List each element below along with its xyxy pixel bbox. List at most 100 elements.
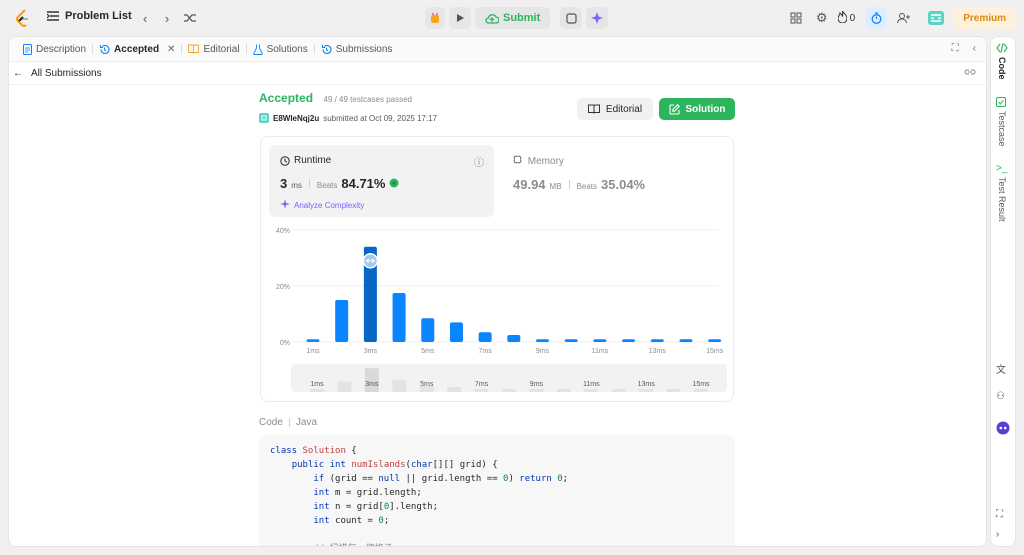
- submitted-at: submitted at Oct 09, 2025 17:17: [323, 113, 438, 123]
- tab-label: Description: [36, 43, 87, 55]
- chart-overview: [291, 364, 727, 392]
- layout-icon[interactable]: [786, 7, 806, 29]
- history-icon: [99, 44, 110, 55]
- all-submissions-link[interactable]: ← All Submissions: [13, 65, 102, 81]
- overview-bar: [392, 379, 407, 392]
- overview-tick-label: 7ms: [475, 381, 489, 388]
- shapes-icon[interactable]: ⚇: [996, 391, 1010, 405]
- chart-bar: [593, 339, 607, 342]
- solution-button[interactable]: Solution: [659, 98, 735, 120]
- analyze-label: Analyze Complexity: [294, 200, 365, 210]
- list-icon: [47, 11, 59, 21]
- divider: [568, 180, 570, 189]
- chart-bar: [335, 300, 349, 342]
- overview-tick-label: 15ms: [692, 381, 710, 388]
- flask-icon: [252, 44, 263, 55]
- checkbox-icon: [996, 97, 1010, 111]
- share-link-icon[interactable]: [964, 67, 976, 80]
- fire-count: 0: [849, 12, 856, 24]
- tab-label: Accepted: [114, 43, 160, 55]
- tab-description[interactable]: Description: [17, 37, 92, 62]
- avatar[interactable]: [925, 7, 947, 29]
- tab-code[interactable]: Code: [997, 57, 1007, 80]
- code-block[interactable]: class Solution { public int numIslands(c…: [259, 435, 735, 546]
- tab-submissions[interactable]: Submissions: [315, 37, 399, 62]
- submission-detail: Accepted 49 / 49 testcases passed E8WIeN…: [259, 89, 735, 546]
- solution-label: Solution: [685, 103, 726, 115]
- info-icon[interactable]: ⓘ: [474, 154, 484, 169]
- memory-beats: 35.04%: [601, 177, 646, 192]
- problem-list-link[interactable]: Problem List: [47, 10, 132, 22]
- editorial-label: Editorial: [605, 103, 643, 115]
- leetcode-logo-icon[interactable]: [14, 9, 32, 27]
- status-accepted: Accepted: [259, 91, 314, 105]
- x-tick-label: 1ms: [306, 348, 320, 355]
- overview-tick-label: 11ms: [583, 381, 600, 388]
- divider: [9, 84, 986, 85]
- tab-solutions[interactable]: Solutions: [247, 37, 314, 62]
- runtime-unit: ms: [291, 181, 302, 190]
- ai-sparkle-icon[interactable]: [586, 7, 609, 29]
- terminal-icon: >_: [996, 163, 1008, 174]
- x-tick-label: 7ms: [479, 348, 493, 355]
- chart-bar: [536, 339, 550, 342]
- performance-card: Runtime ⓘ 3 ms Beats 84.71% Analyze Comp…: [260, 136, 734, 402]
- editorial-button[interactable]: Editorial: [577, 98, 653, 120]
- tab-accepted[interactable]: Accepted ✕: [93, 37, 181, 62]
- add-user-icon[interactable]: [893, 7, 913, 29]
- overview-tick-label: 13ms: [638, 381, 656, 388]
- runtime-box[interactable]: Runtime ⓘ 3 ms Beats 84.71% Analyze Comp…: [269, 145, 494, 217]
- timer-icon[interactable]: [865, 7, 888, 29]
- collapse-icon[interactable]: ‹: [973, 43, 976, 54]
- divider: [288, 418, 290, 427]
- x-tick-label: 9ms: [536, 348, 550, 355]
- overview-tick-label: 3ms: [365, 381, 379, 388]
- run-icon[interactable]: [449, 7, 471, 29]
- maximize-icon[interactable]: ⛶: [952, 43, 959, 54]
- analyze-complexity-link[interactable]: Analyze Complexity: [280, 199, 483, 211]
- chip-icon: [513, 155, 522, 164]
- shuffle-icon[interactable]: [182, 10, 198, 26]
- close-tab-icon[interactable]: ✕: [167, 44, 175, 55]
- chevron-right-icon[interactable]: ›: [996, 529, 1010, 543]
- debug-icon[interactable]: [425, 7, 445, 29]
- submit-button[interactable]: Submit: [475, 7, 551, 29]
- memory-value: 49.94: [513, 177, 546, 192]
- x-tick-label: 5ms: [421, 348, 435, 355]
- tab-testcase[interactable]: Testcase: [997, 111, 1007, 147]
- beats-label: Beats: [576, 182, 598, 191]
- chart-bar: [392, 293, 406, 342]
- overview-tick-label: 1ms: [310, 381, 324, 388]
- chart-bar: [306, 339, 320, 342]
- testcases-passed: 49 / 49 testcases passed: [323, 95, 412, 104]
- assistant-icon[interactable]: [996, 421, 1010, 435]
- overview-tick-label: 5ms: [420, 381, 434, 388]
- tab-label: Editorial: [203, 43, 240, 55]
- avatar[interactable]: [259, 113, 269, 123]
- memory-title-row[interactable]: Memory: [513, 155, 564, 167]
- next-problem-icon[interactable]: ›: [159, 10, 175, 26]
- runtime-value: 3: [280, 176, 288, 191]
- tab-test-result[interactable]: Test Result: [997, 177, 1007, 222]
- overview-bar: [310, 389, 324, 392]
- runtime-distribution-chart[interactable]: 0% 20% 40% 1ms 3ms 5ms 7ms 9ms 11ms 13ms 15ms 1ms 3m…: [261, 222, 735, 402]
- sparkle-icon: [280, 199, 290, 211]
- submission-panel: Description Accepted ✕ Editorial Solutio…: [8, 36, 987, 547]
- expand-icon[interactable]: ⛶: [996, 509, 1010, 523]
- translate-icon[interactable]: 文: [996, 361, 1010, 376]
- username[interactable]: E8WIeNqj2u: [273, 114, 319, 123]
- beats-label: Beats: [316, 181, 338, 190]
- x-tick-label: 3ms: [364, 348, 378, 355]
- memory-unit: MB: [549, 182, 562, 191]
- back-arrow-icon: ←: [13, 67, 23, 79]
- prev-problem-icon[interactable]: ‹: [137, 10, 153, 26]
- settings-gear-icon[interactable]: ⚙: [812, 7, 832, 29]
- note-icon[interactable]: [560, 7, 583, 29]
- overview-bar: [584, 389, 599, 392]
- streak-counter[interactable]: 0: [837, 7, 856, 29]
- history-icon: [321, 44, 332, 55]
- fire-icon: [837, 10, 848, 26]
- premium-button[interactable]: Premium: [953, 7, 1016, 29]
- overview-bar: [474, 389, 489, 392]
- tab-editorial[interactable]: Editorial: [182, 37, 245, 62]
